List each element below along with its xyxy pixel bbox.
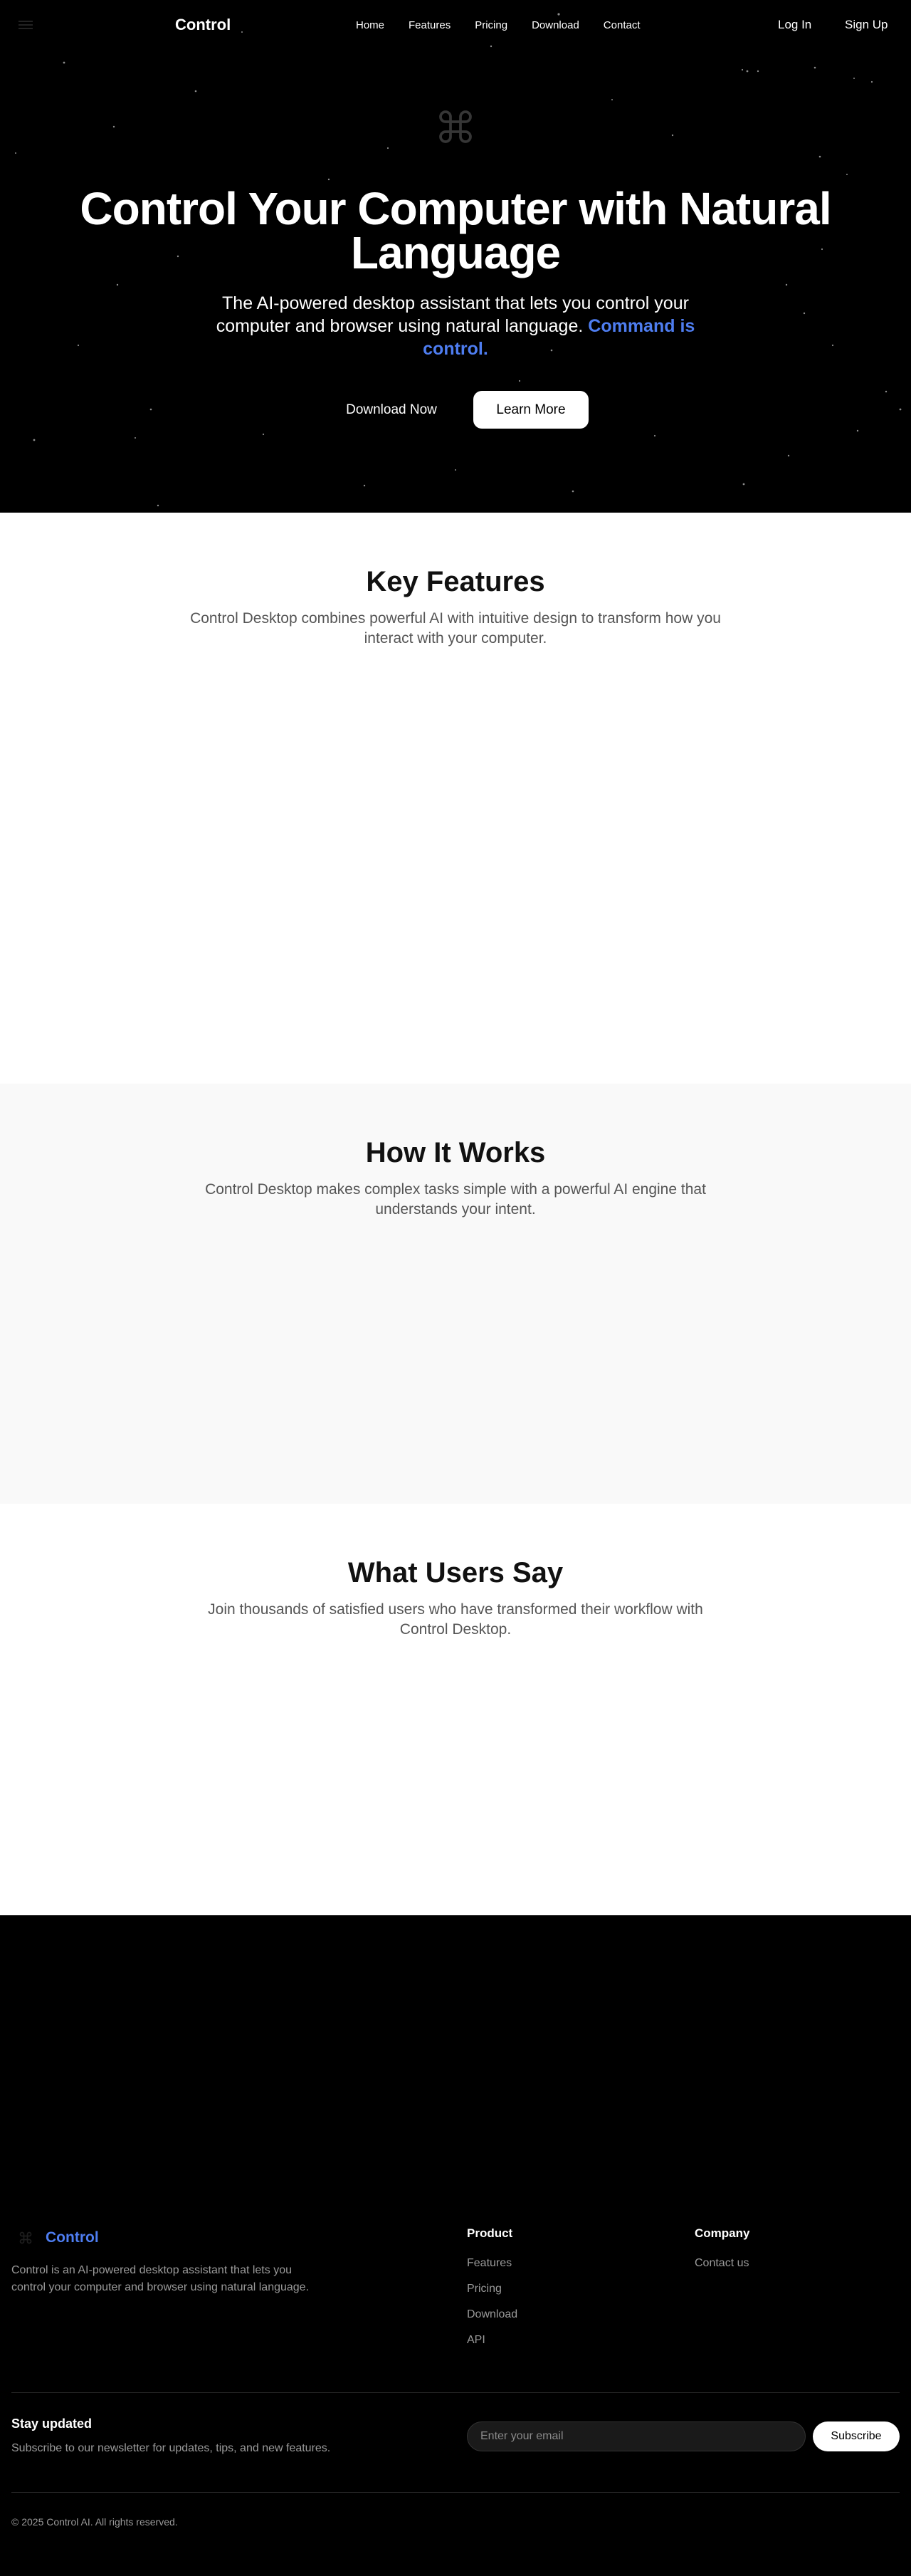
footer-brand[interactable]: Control (46, 2229, 99, 2246)
nav-link-features[interactable]: Features (409, 19, 451, 31)
brand-logo[interactable]: Control (175, 16, 231, 34)
hero-subtitle: The AI-powered desktop assistant that le… (206, 292, 705, 360)
footer-company-heading: Company (695, 2226, 750, 2240)
hero-section: Control Home Features Pricing Download C… (0, 0, 911, 513)
hero-title: Control Your Computer with Natural Langu… (80, 183, 831, 278)
footer-logo-icon (19, 2231, 33, 2245)
features-section: Key Features Control Desktop combines po… (0, 513, 911, 1084)
nav-links: Home Features Pricing Download Contact (356, 19, 665, 31)
login-button[interactable]: Log In (778, 18, 811, 32)
newsletter-email-input[interactable] (467, 2421, 806, 2451)
newsletter-title: Stay updated (11, 2417, 93, 2431)
footer-link-api[interactable]: API (467, 2334, 485, 2347)
download-now-button[interactable]: Download Now (327, 392, 456, 429)
how-it-works-title: How It Works (365, 1137, 546, 1168)
footer-link-features[interactable]: Features (467, 2257, 512, 2270)
testimonials-description: Join thousands of satisfied users who ha… (208, 1601, 703, 1638)
footer-product-heading: Product (467, 2226, 513, 2240)
footer-link-contact-us[interactable]: Contact us (695, 2257, 749, 2270)
features-title: Key Features (366, 566, 545, 597)
footer (0, 1915, 911, 2576)
menu-icon[interactable] (19, 19, 33, 33)
signup-button[interactable]: Sign Up (845, 18, 888, 32)
footer-link-download[interactable]: Download (467, 2308, 517, 2321)
nav-link-contact[interactable]: Contact (604, 19, 641, 31)
top-navigation: Control Home Features Pricing Download C… (0, 0, 911, 51)
command-icon (439, 110, 472, 143)
footer-divider-bottom (11, 2492, 900, 2493)
footer-about: Control is an AI-powered desktop assista… (11, 2264, 310, 2293)
nav-link-home[interactable]: Home (356, 19, 384, 31)
testimonials-title: What Users Say (347, 1557, 564, 1588)
how-it-works-section: How It Works Control Desktop makes compl… (0, 1084, 911, 1504)
learn-more-button[interactable]: Learn More (473, 391, 589, 429)
footer-link-pricing[interactable]: Pricing (467, 2283, 502, 2295)
nav-link-pricing[interactable]: Pricing (475, 19, 507, 31)
nav-link-download[interactable]: Download (532, 19, 579, 31)
subscribe-button[interactable]: Subscribe (813, 2421, 900, 2451)
how-it-works-description: Control Desktop makes complex tasks simp… (205, 1181, 706, 1218)
features-description: Control Desktop combines powerful AI wit… (190, 610, 721, 646)
footer-divider (11, 2392, 900, 2393)
newsletter-description: Subscribe to our newsletter for updates,… (11, 2442, 331, 2454)
testimonials-section: What Users Say Join thousands of satisfi… (0, 1504, 911, 1915)
copyright-text: © 2025 Control AI. All rights reserved. (11, 2516, 178, 2528)
